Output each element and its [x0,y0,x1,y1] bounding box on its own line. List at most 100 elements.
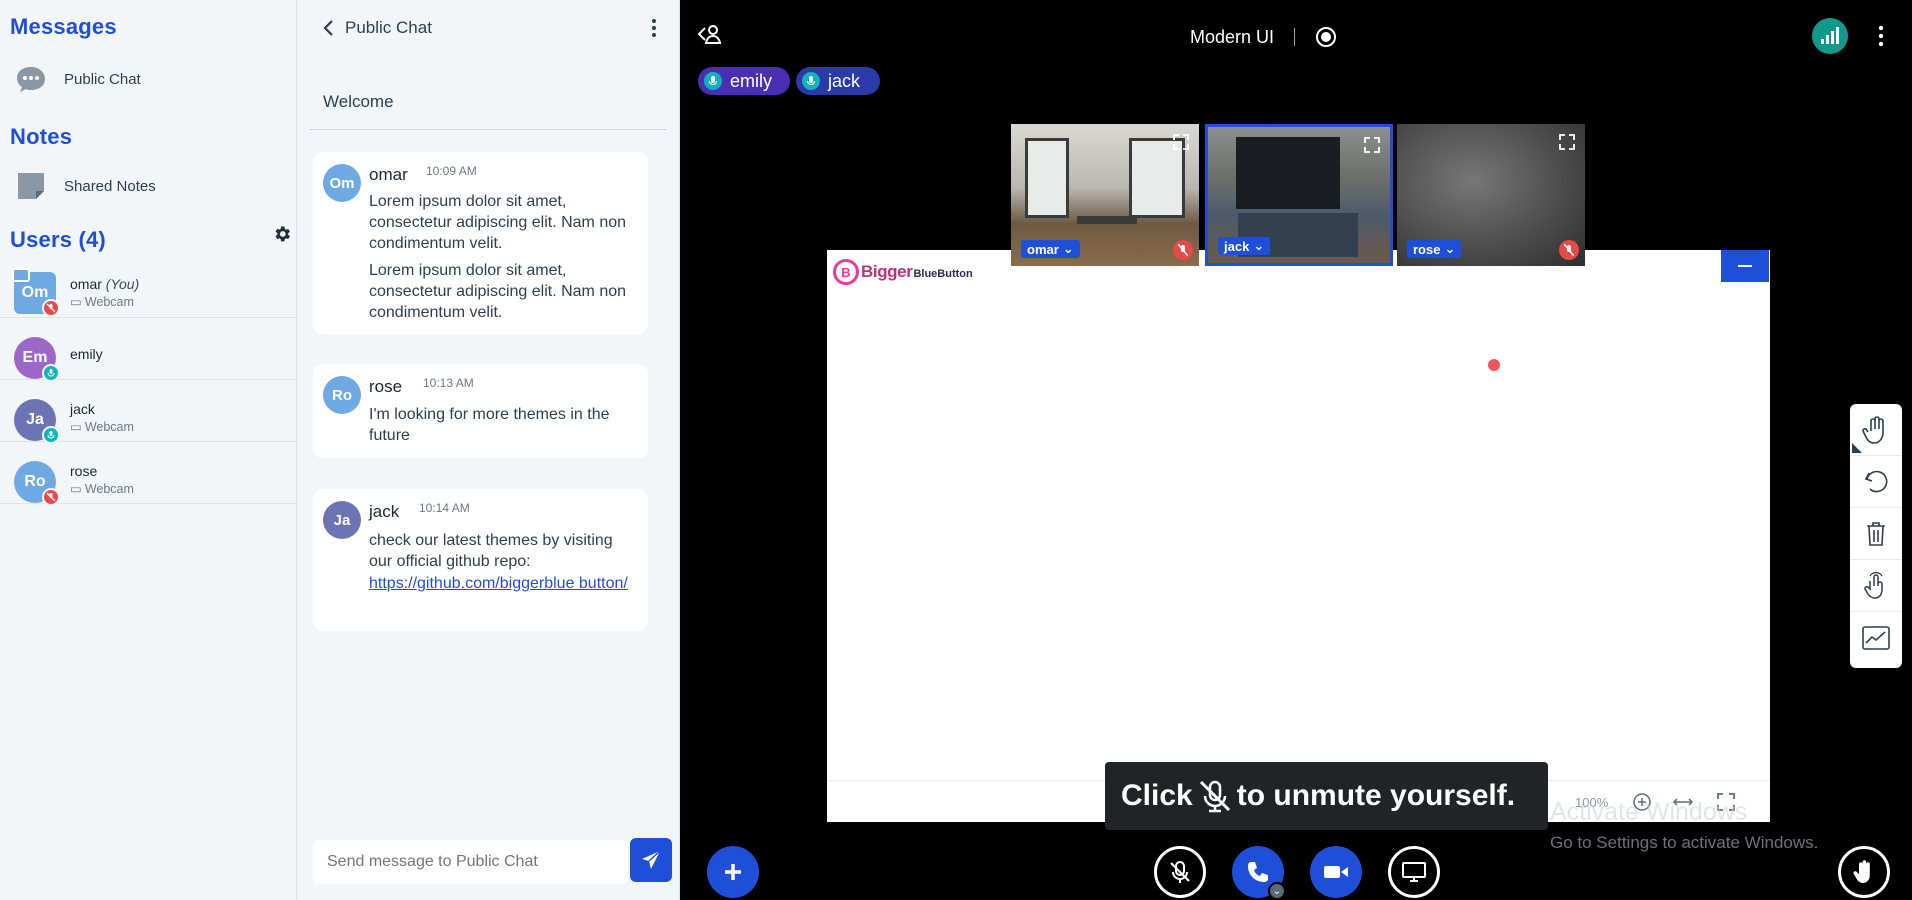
user-name-jack: jack [70,401,95,417]
message-time: 10:14 AM [419,501,470,515]
chevron-down-icon: ⌄ [1062,241,1074,256]
logo-text: Bigger [861,262,913,281]
cursor-pointer [1488,359,1500,371]
chevron-left-icon[interactable] [321,18,337,38]
expand-icon[interactable] [1362,135,1382,155]
message-text: I'm looking for more themes in the futur… [369,406,610,444]
shared-notes-link[interactable]: Shared Notes [14,169,156,203]
window-image [1025,138,1069,218]
notes-icon [14,169,48,203]
toast-text: to unmute yourself. [1236,779,1516,812]
user-row-rose[interactable]: Ro rose ▭ Webcam [0,442,297,506]
mute-icon [42,488,60,506]
share-webcam-button[interactable] [1310,846,1362,898]
graph-tool[interactable] [1850,612,1902,664]
send-icon [642,850,661,869]
user-row-emily[interactable]: Em emily [0,318,297,382]
leave-user-icon[interactable] [696,22,724,46]
minimize-presentation-button[interactable] [1721,250,1769,282]
notes-title: Notes [10,124,73,149]
talking-indicator-jack[interactable]: jack [796,67,880,95]
video-user-label[interactable]: jack ⌄ [1218,237,1271,255]
undo-icon [1864,470,1888,492]
divider [1294,28,1295,46]
user-row-jack[interactable]: Ja jack ▭ Webcam [0,380,297,444]
user-name-emily: emily [70,346,103,362]
video-user-label[interactable]: omar ⌄ [1021,240,1080,258]
watermark-subtitle: Go to Settings to activate Windows. [1550,833,1819,852]
chat-header: Public Chat [297,0,680,56]
main-stage: Modern UI emily jack B Bigger BlueButton… [680,0,1912,900]
undo-tool[interactable] [1850,456,1902,508]
meeting-title: Modern UI [1190,27,1275,47]
video-tile-omar[interactable]: omar ⌄ [1011,124,1199,266]
talking-indicator-emily[interactable]: emily [698,67,790,95]
message-text: Lorem ipsum dolor sit amet, consectetur … [369,193,627,252]
video-tile-rose[interactable]: rose ⌄ [1397,124,1585,266]
mic-icon [704,72,722,90]
chat-message: Ja jack 10:14 AM check our latest themes… [313,489,648,631]
talker-name: jack [828,70,861,91]
unmute-button[interactable] [1154,846,1206,898]
toast-text: Click [1121,779,1193,812]
mute-icon [1173,240,1193,260]
avatar: Ja [323,501,361,539]
public-chat-link[interactable]: Public Chat [14,62,141,96]
user-row-omar[interactable]: Om omar (You) ▭ Webcam [0,256,297,318]
chat-message-input[interactable] [313,840,628,884]
message-time: 10:13 AM [423,376,474,390]
hand-tool[interactable] [1850,404,1902,456]
multi-user-tool[interactable] [1850,560,1902,612]
raise-hand-button[interactable] [1838,846,1890,898]
bigbluebutton-logo: B Bigger BlueButton [833,256,973,288]
screen-image [1236,137,1340,209]
message-author: omar [369,165,408,184]
logo-text: BlueButton [913,267,973,280]
graph-icon [1862,626,1890,650]
actions-button[interactable] [707,846,759,898]
desk-image [1077,216,1137,224]
chevron-down-icon: ⌄ [1444,241,1456,256]
avatar: Om [323,164,361,202]
chat-title: Public Chat [345,18,432,37]
raise-hand-icon [1853,860,1870,883]
user-status-webcam: ▭ Webcam [70,419,134,435]
expand-icon[interactable] [1171,132,1191,152]
signal-icon[interactable] [1812,18,1848,54]
trash-icon [1867,521,1885,546]
phone-icon [1248,862,1268,882]
user-name-omar: omar (You) [70,276,140,292]
record-icon[interactable] [1315,26,1337,48]
talker-name: emily [730,70,773,91]
user-list-panel: Messages Public Chat Notes Shared Notes … [0,0,297,900]
leave-audio-button[interactable]: ⌄ [1232,846,1286,900]
user-name-rose: rose [70,463,98,479]
video-tile-jack[interactable]: jack ⌄ [1205,124,1393,266]
github-link[interactable]: https://github.com/biggerblue button/ [369,573,639,594]
webcam-icon: ▭ [70,295,82,309]
video-icon [1324,866,1348,878]
kebab-icon[interactable] [649,16,659,40]
user-status-webcam: ▭ Webcam [70,294,134,310]
clear-tool[interactable] [1850,508,1902,560]
gear-icon[interactable] [272,224,292,244]
send-button[interactable] [630,838,672,882]
whiteboard[interactable]: B Bigger BlueButton [827,250,1770,822]
kebab-icon[interactable] [1876,24,1886,48]
whiteboard-toolbar [1850,404,1902,668]
avatar: Ro [323,376,361,414]
share-screen-button[interactable] [1388,846,1440,898]
chevron-down-icon[interactable]: ⌄ [1268,882,1286,900]
presenter-icon [12,268,30,282]
message-text: check our latest themes by visiting our … [369,532,613,570]
expand-icon[interactable] [1557,132,1577,152]
hand-icon [1862,415,1884,444]
video-user-label[interactable]: rose ⌄ [1407,240,1462,258]
users-title: Users (4) [10,227,106,252]
mute-icon [1170,861,1190,883]
message-author: rose [369,377,403,396]
webcam-icon: ▭ [70,482,82,496]
message-text: Lorem ipsum dolor sit amet, consectetur … [369,262,627,321]
multi-user-icon [1864,571,1883,599]
mute-icon [1199,780,1230,813]
